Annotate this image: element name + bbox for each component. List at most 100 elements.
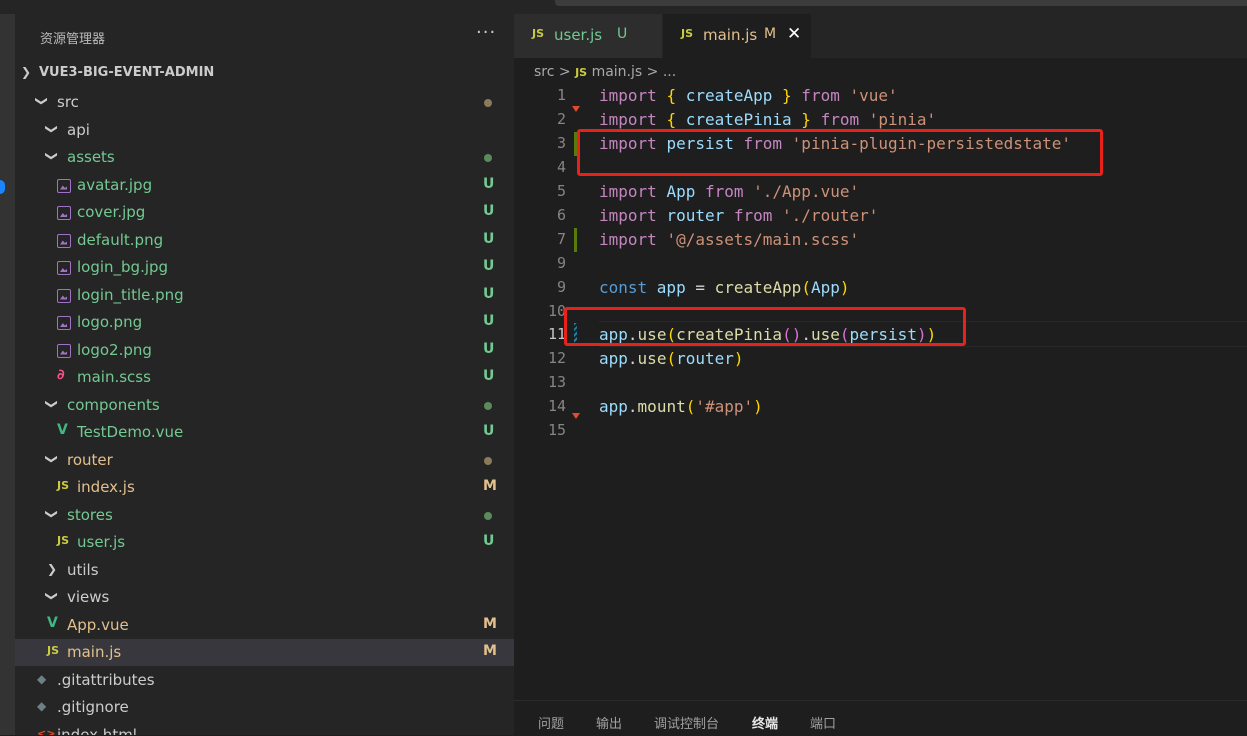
chevron-down-icon: ❯ [35, 95, 50, 107]
tree-item-label: logo.png [77, 313, 143, 331]
chevron-down-icon: ❯ [45, 590, 60, 602]
line-number: 3 [556, 134, 566, 152]
breadcrumb-more[interactable]: ... [663, 64, 676, 80]
tab-status: M [764, 26, 777, 42]
line-number: 11 [547, 325, 566, 343]
tree-item[interactable]: cover.jpg U [15, 199, 514, 226]
code-line[interactable]: 14 app.mount('#app') [514, 395, 1247, 419]
tab-user-js[interactable]: JS user.js U [514, 14, 662, 58]
highlight-box [577, 129, 1103, 176]
code-line[interactable]: 7 import '@/assets/main.scss' [514, 228, 1247, 252]
tree-item[interactable]: <> index.html [15, 722, 514, 736]
panel-tab-output[interactable]: 输出 [596, 713, 622, 732]
tree-item[interactable]: ❯ api [15, 117, 514, 144]
line-number: 1 [556, 86, 566, 104]
code-line[interactable]: 12 app.use(router) [514, 347, 1247, 371]
image-file-icon [57, 178, 71, 196]
tree-item[interactable]: ❯ utils [15, 557, 514, 584]
image-file-icon [57, 261, 71, 278]
line-number: 7 [556, 230, 566, 248]
tree-item[interactable]: JS user.js U [15, 529, 514, 556]
tree-item[interactable]: logo2.png U [15, 337, 514, 364]
tree-item[interactable]: login_title.png U [15, 282, 514, 309]
git-status-badge: U [483, 368, 495, 384]
tree-item-label: TestDemo.vue [77, 423, 184, 441]
tree-item[interactable]: JS main.js M [15, 639, 514, 666]
close-icon[interactable]: ✕ [787, 24, 801, 44]
tree-item[interactable]: ❯ src [15, 89, 514, 116]
image-file-icon [57, 206, 71, 223]
panel-tab-ports[interactable]: 端口 [810, 713, 836, 732]
deleted-line-marker-icon [572, 413, 580, 419]
bottom-panel-tabs: 问题 输出 调试控制台 终端 端口 [514, 700, 1247, 736]
line-number: 10 [547, 302, 566, 320]
tree-item[interactable]: logo.png U [15, 309, 514, 336]
tree-item[interactable]: V App.vue M [15, 612, 514, 639]
git-status-badge: U [483, 285, 495, 302]
tree-item[interactable]: avatar.jpg U [15, 172, 514, 199]
tree-item[interactable]: ❯ assets [15, 144, 514, 171]
tree-item[interactable]: ❯ components [15, 392, 514, 419]
code-line[interactable]: 15 [514, 419, 1247, 443]
tree-item-label: logo2.png [77, 340, 152, 359]
explorer-header: 资源管理器 ··· [15, 14, 514, 58]
tab-status: U [617, 26, 628, 42]
more-actions-icon[interactable]: ··· [476, 22, 496, 43]
breadcrumb-separator-icon: > [558, 64, 571, 80]
panel-tab-problems[interactable]: 问题 [538, 713, 564, 732]
image-file-icon [57, 233, 71, 251]
tree-item[interactable]: ❯ router [15, 447, 514, 474]
panel-tab-debug-console[interactable]: 调试控制台 [654, 713, 719, 732]
tree-item[interactable]: ◆ .gitattributes [15, 667, 514, 694]
breadcrumb-folder[interactable]: src [534, 64, 554, 80]
git-status-dot [484, 456, 492, 465]
chevron-down-icon: ❯ [45, 123, 60, 134]
git-status-badge: U [483, 230, 495, 247]
code-line[interactable]: 6 import router from './router' [514, 204, 1247, 228]
code-line[interactable]: 9 const app = createApp(App) [514, 276, 1247, 300]
tree-item[interactable]: default.png U [15, 227, 514, 254]
line-number: 12 [547, 349, 566, 367]
tree-item[interactable]: login_bg.jpg U [15, 254, 514, 281]
tree-item-label: stores [67, 505, 113, 524]
tree-item[interactable]: ∂ main.scss U [15, 364, 514, 391]
tree-item[interactable]: JS index.js M [15, 474, 514, 501]
git-status-dot [484, 99, 492, 107]
activity-indicator-icon [0, 180, 5, 194]
deleted-line-marker-icon [572, 106, 580, 112]
code-line[interactable]: 13 [514, 371, 1247, 395]
tree-item[interactable]: ◆ .gitignore [15, 694, 514, 721]
chevron-down-icon: ❯ [45, 398, 60, 409]
html-file-icon: <> [37, 726, 56, 736]
highlight-box [564, 307, 966, 346]
tree-item[interactable]: ❯ stores [15, 502, 514, 529]
git-status-badge: U [483, 340, 495, 357]
tree-item[interactable]: V TestDemo.vue U [15, 419, 514, 446]
git-file-icon: ◆ [37, 699, 47, 713]
tree-item-label: .gitignore [57, 698, 129, 716]
tree-item-label: App.vue [67, 615, 129, 634]
git-status-dot [484, 154, 492, 162]
git-status-badge: U [483, 175, 495, 192]
code-editor[interactable]: src > JS main.js > ... 1 import { createA… [514, 58, 1247, 700]
breadcrumb-file[interactable]: main.js [592, 64, 643, 80]
breadcrumb: src > JS main.js > ... [534, 64, 676, 80]
image-file-icon [57, 316, 71, 333]
panel-tab-terminal[interactable]: 终端 [752, 713, 778, 732]
code-line[interactable]: 1 import { createApp } from 'vue' [514, 84, 1247, 108]
code-line[interactable]: 9 [514, 252, 1247, 276]
js-file-icon: JS [57, 534, 70, 547]
project-root[interactable]: ❯ VUE3-BIG-EVENT-ADMIN [15, 62, 514, 84]
chevron-right-icon: ❯ [47, 561, 58, 576]
line-number: 2 [556, 110, 566, 128]
tab-main-js[interactable]: JS main.js M ✕ [663, 14, 811, 58]
image-file-icon [57, 288, 71, 306]
code-line[interactable]: 5 import App from './App.vue' [514, 180, 1247, 204]
js-file-icon: JS [47, 644, 60, 657]
tree-item[interactable]: ❯ views [15, 584, 514, 611]
chevron-down-icon: ❯ [45, 150, 60, 162]
horizontal-scrollbar[interactable] [555, 0, 1247, 6]
code-text: app.use(router) [599, 349, 744, 368]
git-status-dot [484, 401, 492, 410]
git-status-dot [484, 511, 492, 520]
